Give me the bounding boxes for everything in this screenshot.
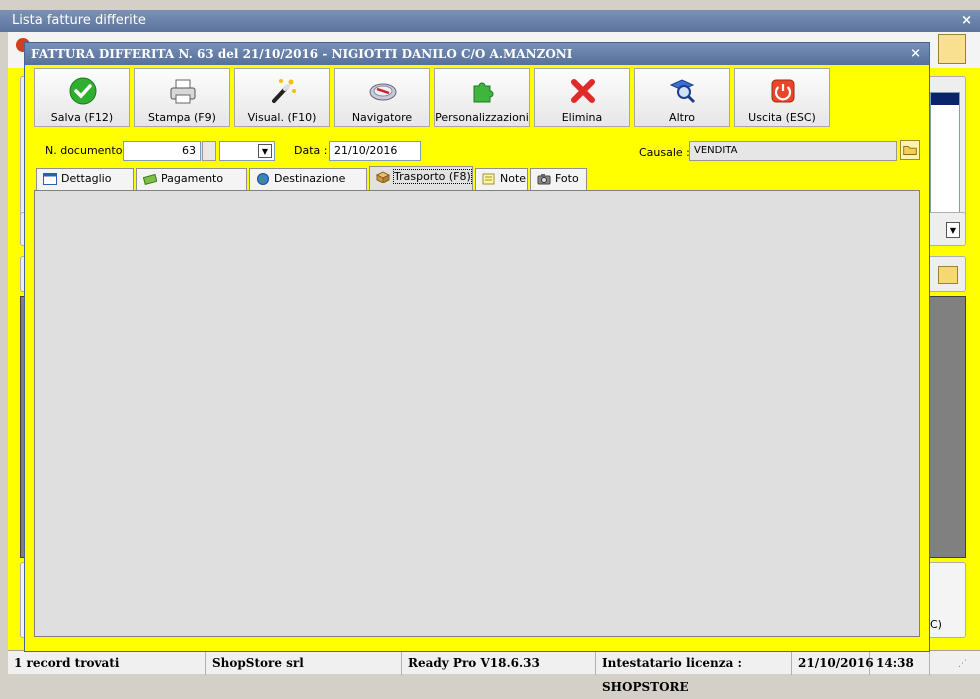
camera-icon [537, 174, 551, 185]
package-icon [376, 171, 390, 183]
delete-button-label: Elimina [561, 111, 603, 124]
globe-icon [257, 173, 269, 185]
customizations-button-label: Personalizzazioni [435, 111, 529, 124]
check-icon [69, 77, 97, 105]
navigator-button-label: Navigatore [351, 111, 413, 124]
more-button-label: Altro [669, 111, 695, 124]
outer-window-title: Lista fatture differite [12, 13, 146, 28]
customizations-button[interactable]: Personalizzazioni [434, 68, 530, 127]
puzzle-icon [473, 82, 494, 103]
delete-button[interactable]: Elimina [534, 68, 630, 127]
tab-destinazione[interactable]: Destinazione (F7) [249, 168, 367, 205]
tab-note-label: Note [500, 172, 527, 185]
outer-close-button[interactable]: × [961, 10, 972, 32]
tab-note[interactable]: Note [475, 168, 528, 190]
status-company: ShopStore srl [206, 651, 402, 675]
causale-field[interactable]: VENDITA [689, 141, 897, 161]
status-date: 21/10/2016 [792, 651, 874, 675]
resize-grip-icon[interactable]: ⋰ [958, 659, 967, 669]
outer-dropdown-button[interactable]: ▼ [946, 222, 960, 238]
dialog-titlebar: FATTURA DIFFERITA N. 63 del 21/10/2016 -… [25, 43, 929, 65]
status-license: Intestatario licenza : SHOPSTORE [596, 651, 792, 694]
search-book-icon [669, 79, 696, 104]
power-icon [771, 79, 795, 103]
delete-x-icon [571, 79, 595, 103]
print-button-label: Stampa (F9) [148, 111, 216, 124]
tab-trasporto-label: Trasporto (F8) [393, 169, 472, 184]
exit-button-label: Uscita (ESC) [748, 111, 816, 124]
chevron-down-icon[interactable]: ▼ [258, 144, 272, 158]
status-bar: 1 record trovati ShopStore srl Ready Pro… [8, 650, 980, 694]
note-icon [482, 173, 495, 185]
tab-trasporto[interactable]: Trasporto (F8) [369, 166, 473, 190]
status-time: 14:38 [870, 651, 930, 675]
printer-icon [170, 79, 196, 104]
folder-icon[interactable] [900, 140, 920, 160]
outer-list-box [930, 92, 960, 216]
status-version: Ready Pro V18.6.33 [402, 651, 596, 675]
tab-foto[interactable]: Foto [530, 168, 587, 190]
date-field[interactable]: 21/10/2016 [329, 141, 421, 161]
users-icon[interactable] [938, 34, 966, 64]
date-label: Data : [294, 144, 328, 157]
document-number-label: N. documento : [45, 144, 130, 157]
document-number-field[interactable]: 63 [123, 141, 201, 161]
document-number-spin-button[interactable] [202, 141, 216, 161]
money-icon [143, 173, 157, 185]
tab-foto-label: Foto [555, 172, 579, 185]
dialog-close-button[interactable]: × [910, 43, 921, 65]
tab-pagamento[interactable]: Pagamento (F6) [136, 168, 247, 205]
save-button[interactable]: Salva (F12) [34, 68, 130, 127]
compass-icon [369, 83, 397, 101]
exit-button[interactable]: Uscita (ESC) [734, 68, 830, 127]
preview-button[interactable]: Visual. (F10) [234, 68, 330, 127]
tab-panel-trasporto [34, 190, 920, 637]
outer-window-titlebar: Lista fatture differite × [0, 10, 980, 32]
invoice-dialog: FATTURA DIFFERITA N. 63 del 21/10/2016 -… [24, 42, 930, 652]
print-button[interactable]: Stampa (F9) [134, 68, 230, 127]
dialog-title: FATTURA DIFFERITA N. 63 del 21/10/2016 -… [31, 47, 573, 61]
series-select[interactable]: ▼ [219, 141, 275, 161]
save-button-label: Salva (F12) [50, 111, 114, 124]
causale-label: Causale : [639, 146, 690, 159]
preview-button-label: Visual. (F10) [247, 111, 317, 124]
magic-wand-icon [272, 79, 296, 103]
more-button[interactable]: Altro [634, 68, 730, 127]
outer-folder-icon[interactable] [938, 266, 958, 284]
tab-dettaglio[interactable]: Dettaglio (F5) [36, 168, 134, 205]
outer-partial-label: C) [930, 618, 942, 631]
navigator-button[interactable]: Navigatore [334, 68, 430, 127]
table-icon [43, 173, 57, 185]
status-records: 1 record trovati [8, 651, 206, 675]
